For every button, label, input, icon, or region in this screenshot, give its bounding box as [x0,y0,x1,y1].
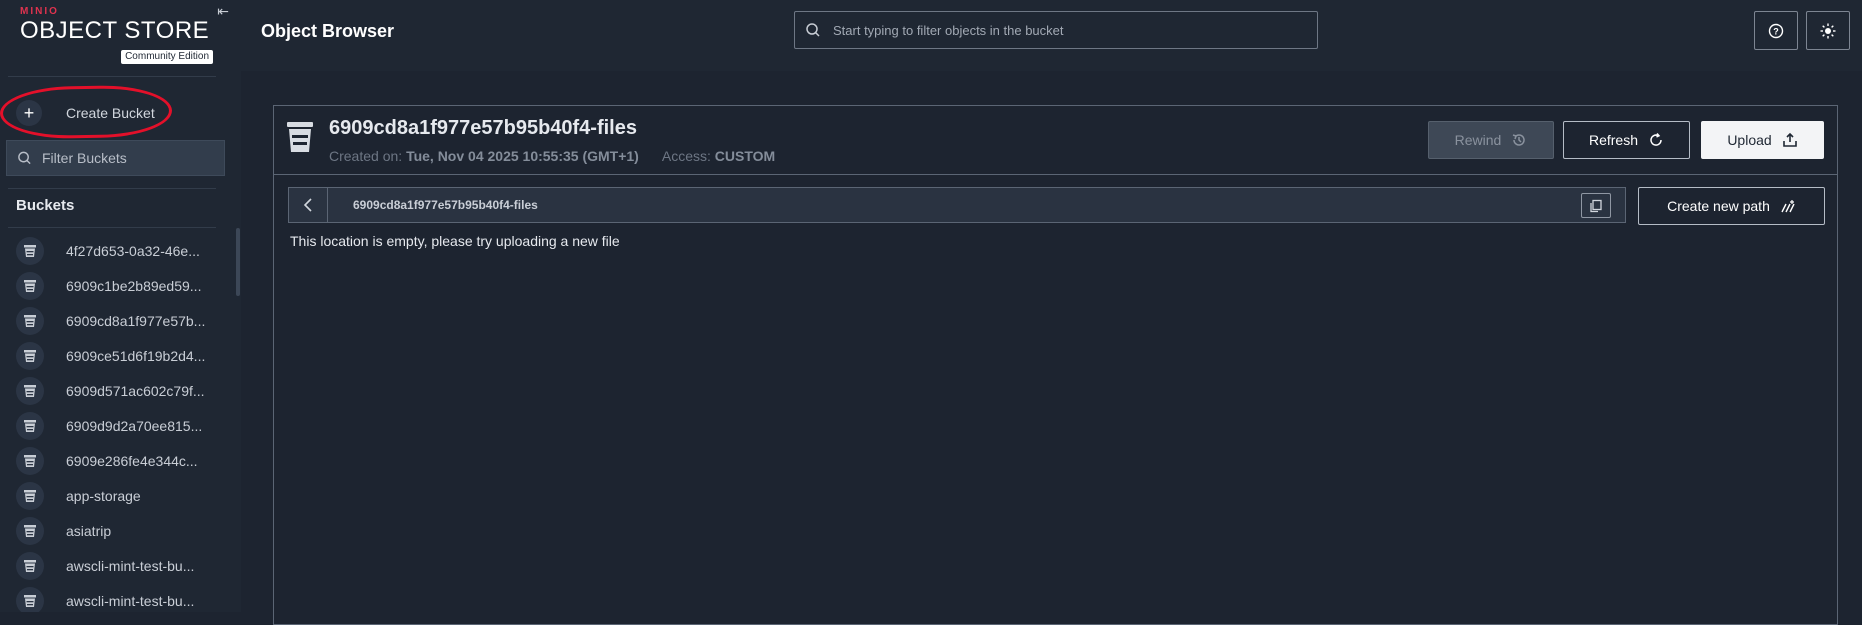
path-breadcrumb-bar: 6909cd8a1f977e57b95b40f4-files [288,187,1626,223]
empty-location-message: This location is empty, please try uploa… [290,233,620,249]
plus-icon: + [16,100,42,126]
bucket-icon [16,376,44,405]
sun-icon [1820,23,1836,38]
access-value[interactable]: CUSTOM [715,148,775,164]
bucket-name: 6909e286fe4e344c... [66,452,198,469]
filter-buckets-input[interactable] [40,149,224,167]
bucket-list-item[interactable]: app-storage [0,478,228,513]
sidebar-divider [8,188,216,189]
upload-icon [1782,132,1797,147]
bucket-icon [16,446,44,475]
create-bucket-label: Create Bucket [66,105,155,121]
current-path[interactable]: 6909cd8a1f977e57b95b40f4-files [353,198,538,212]
created-value: Tue, Nov 04 2025 10:55:35 (GMT+1) [406,148,639,164]
sidebar: MINIO OBJECT STORE Community Edition ⇤ +… [0,0,241,612]
refresh-icon [1650,133,1662,146]
upload-button[interactable]: Upload [1701,121,1824,159]
page-title: Object Browser [261,21,395,41]
buckets-section-title: Buckets [16,197,75,214]
collapse-sidebar-icon[interactable]: ⇤ [214,2,232,20]
filter-buckets-field[interactable] [6,140,225,176]
access-label: Access: [661,148,711,164]
bucket-list-item[interactable]: 6909d9d2a70ee815... [0,408,228,443]
theme-toggle-button[interactable] [1806,11,1850,50]
bucket-name: 6909ce51d6f19b2d4... [66,347,206,364]
object-browser-panel: 6909cd8a1f977e57b95b40f4-files Created o… [273,105,1838,625]
bucket-header: 6909cd8a1f977e57b95b40f4-files Created o… [274,106,1837,175]
bucket-name: 6909d9d2a70ee815... [66,417,203,434]
search-icon [806,23,820,37]
bucket-list-item[interactable]: 6909c1be2b89ed59... [0,268,228,303]
bucket-icon [16,481,44,510]
sidebar-divider [8,227,216,228]
bucket-list-item[interactable]: asiatrip [0,513,228,548]
help-icon: ? [1768,23,1784,38]
bucket-list-item[interactable]: 6909e286fe4e344c... [0,443,228,478]
bucket-name: awscli-mint-test-bu... [66,557,195,574]
bucket-icon [16,341,44,370]
new-path-icon [1781,200,1795,213]
object-search-field[interactable] [794,11,1318,49]
object-search-input[interactable] [831,21,1315,39]
copy-icon [1590,199,1602,212]
refresh-label: Refresh [1588,132,1639,148]
bucket-icon [16,271,44,300]
sidebar-scrollbar[interactable] [236,228,240,296]
bucket-icon [16,551,44,580]
logo-edition: Community Edition [121,50,213,64]
top-bar: Object Browser ? [241,0,1862,71]
search-icon [18,151,31,165]
svg-text:?: ? [1773,26,1779,36]
bucket-name: 6909cd8a1f977e57b95b40f4-files [329,117,637,139]
bucket-icon [16,306,44,335]
logo-product: OBJECT STORE [20,17,210,44]
bucket-icon [16,236,44,265]
create-path-label: Create new path [1667,198,1770,214]
bucket-icon [16,586,44,612]
bucket-name: awscli-mint-test-bu... [66,592,195,609]
bucket-name: 6909cd8a1f977e57b... [66,312,206,329]
bucket-list-item[interactable]: 6909ce51d6f19b2d4... [0,338,228,373]
history-icon [1513,134,1526,146]
bucket-list-item[interactable]: awscli-mint-test-bu... [0,583,228,612]
back-button[interactable] [289,188,328,222]
refresh-button[interactable]: Refresh [1563,121,1690,159]
sidebar-divider [8,76,216,77]
bucket-meta: Created on: Tue, Nov 04 2025 10:55:35 (G… [329,148,775,164]
bucket-name: 4f27d653-0a32-46e... [66,242,200,259]
create-new-path-button[interactable]: Create new path [1638,187,1825,225]
bucket-list-item[interactable]: awscli-mint-test-bu... [0,548,228,583]
bucket-icon [16,411,44,440]
create-bucket-button[interactable]: + Create Bucket [2,88,172,138]
created-label: Created on: [329,148,403,164]
rewind-label: Rewind [1454,132,1502,148]
bucket-name: 6909c1be2b89ed59... [66,277,202,294]
bucket-list-item[interactable]: 6909d571ac602c79f... [0,373,228,408]
rewind-button[interactable]: Rewind [1428,121,1554,159]
minio-logo[interactable]: MINIO OBJECT STORE Community Edition [20,6,215,64]
bucket-name: asiatrip [66,522,112,539]
bucket-list-item[interactable]: 4f27d653-0a32-46e... [0,233,228,268]
upload-label: Upload [1727,132,1772,148]
bucket-icon [16,516,44,545]
bucket-list: 4f27d653-0a32-46e... 6909c1be2b89ed59... 6… [0,233,228,612]
bucket-icon [287,122,313,152]
copy-path-button[interactable] [1581,193,1611,218]
bucket-name: 6909d571ac602c79f... [66,382,205,399]
bucket-list-item[interactable]: 6909cd8a1f977e57b... [0,303,228,338]
help-button[interactable]: ? [1754,11,1798,50]
chevron-left-icon [303,198,312,212]
bucket-name: app-storage [66,487,141,504]
